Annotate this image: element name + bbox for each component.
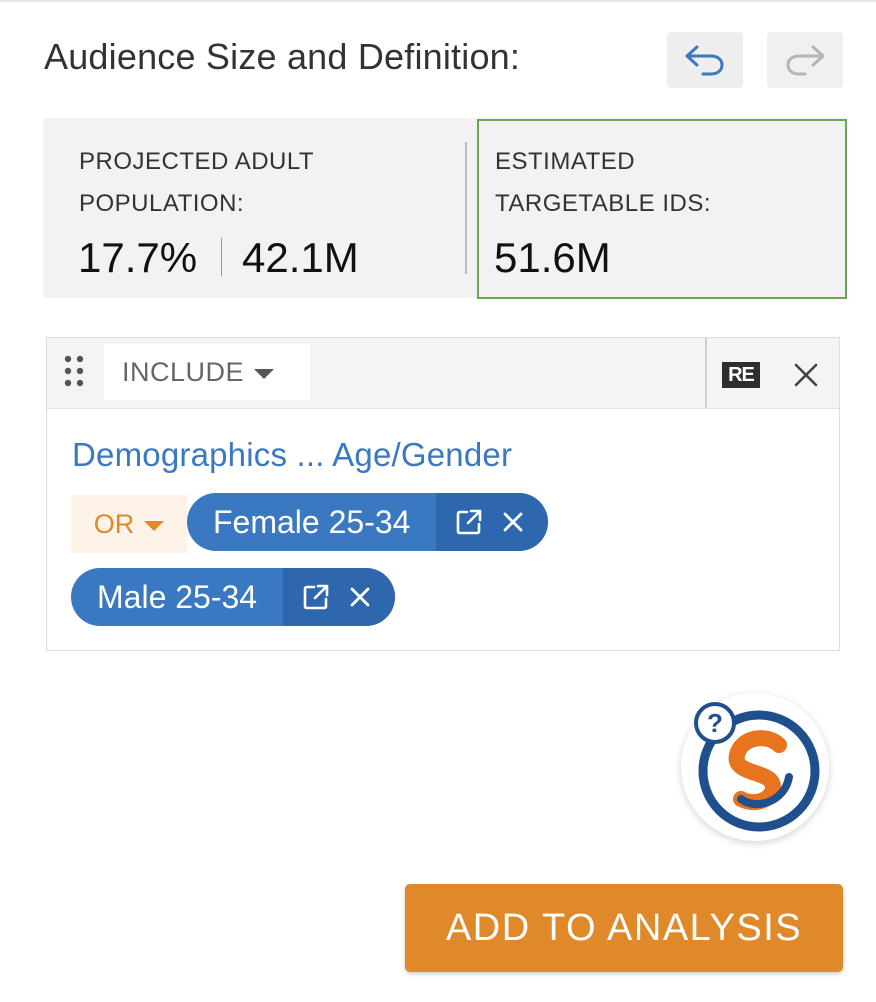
- close-icon[interactable]: [791, 360, 821, 390]
- chevron-down-icon: [254, 369, 275, 379]
- help-assistant-button[interactable]: ?: [681, 693, 829, 841]
- open-external-icon[interactable]: [452, 505, 486, 539]
- remove-icon[interactable]: [343, 580, 377, 614]
- pill-actions: [283, 568, 396, 626]
- pill-label: Male 25-34: [97, 578, 258, 615]
- projected-count: 42.1M: [242, 234, 359, 281]
- chevron-down-icon: [144, 521, 165, 531]
- include-dropdown[interactable]: INCLUDE: [104, 344, 310, 400]
- estimated-label-line2: TARGETABLE IDS:: [495, 190, 711, 217]
- pill-actions: [436, 493, 549, 551]
- redo-icon: [786, 45, 825, 76]
- redo-button[interactable]: [767, 32, 843, 88]
- page-title: Audience Size and Definition:: [44, 36, 521, 77]
- header-separator: [705, 338, 707, 408]
- stats-divider: [465, 142, 467, 274]
- include-label: INCLUDE: [122, 356, 245, 387]
- drag-handle-icon[interactable]: [63, 354, 85, 388]
- criteria-pill[interactable]: Male 25-34: [71, 568, 396, 626]
- estimated-label-line1: ESTIMATED: [495, 148, 636, 175]
- top-divider: [0, 0, 876, 2]
- projected-percent: 17.7%: [78, 234, 198, 281]
- svg-text:?: ?: [707, 708, 723, 738]
- projected-label-line2: POPULATION:: [79, 190, 245, 217]
- undo-button[interactable]: [667, 32, 743, 88]
- operator-label: OR: [93, 508, 135, 539]
- pill-label: Female 25-34: [213, 503, 411, 540]
- undo-icon: [685, 45, 724, 76]
- help-logo-icon: ?: [694, 702, 823, 835]
- estimated-value: 51.6M: [494, 234, 611, 281]
- add-to-analysis-button[interactable]: ADD TO ANALYSIS: [405, 884, 843, 972]
- criteria-section-title[interactable]: Demographics ... Age/Gender: [72, 436, 512, 474]
- criteria-pill[interactable]: Female 25-34: [187, 493, 549, 551]
- open-external-icon[interactable]: [299, 580, 333, 614]
- re-badge[interactable]: RE: [722, 362, 760, 388]
- remove-icon[interactable]: [496, 505, 530, 539]
- projected-label-line1: PROJECTED ADULT: [79, 148, 315, 175]
- value-divider: [221, 238, 222, 276]
- operator-dropdown[interactable]: OR: [71, 495, 187, 553]
- criteria-header: INCLUDE RE: [47, 338, 839, 409]
- criteria-card: INCLUDE RE Demographics ... Age/Gender O…: [46, 337, 840, 651]
